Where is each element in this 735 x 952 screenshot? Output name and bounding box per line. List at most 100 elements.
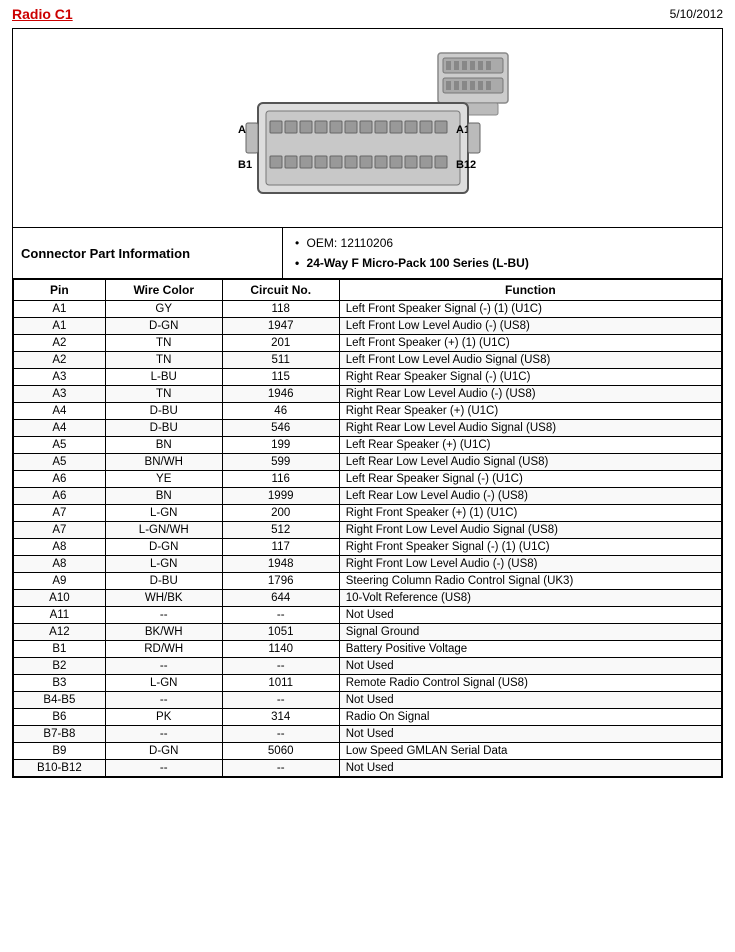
- cell-function: Left Rear Low Level Audio Signal (US8): [339, 454, 721, 471]
- cell-circuit-no: 118: [222, 301, 339, 318]
- cell-pin: A5: [14, 437, 106, 454]
- cell-pin: B9: [14, 743, 106, 760]
- table-row: B10-B12----Not Used: [14, 760, 722, 777]
- cell-wire-color: BN: [105, 437, 222, 454]
- series-label: 24-Way F Micro-Pack 100 Series (L-BU): [307, 256, 529, 270]
- cell-circuit-no: 1051: [222, 624, 339, 641]
- cell-circuit-no: 115: [222, 369, 339, 386]
- cell-function: Right Rear Low Level Audio (-) (US8): [339, 386, 721, 403]
- col-header-pin: Pin: [14, 280, 106, 301]
- cell-wire-color: PK: [105, 709, 222, 726]
- cell-wire-color: TN: [105, 335, 222, 352]
- table-row: A2TN201Left Front Speaker (+) (1) (U1C): [14, 335, 722, 352]
- cell-pin: B6: [14, 709, 106, 726]
- cell-circuit-no: --: [222, 692, 339, 709]
- cell-pin: A3: [14, 386, 106, 403]
- cell-pin: A7: [14, 522, 106, 539]
- cell-function: Battery Positive Voltage: [339, 641, 721, 658]
- cell-function: 10-Volt Reference (US8): [339, 590, 721, 607]
- table-row: B7-B8----Not Used: [14, 726, 722, 743]
- table-row: A3TN1946Right Rear Low Level Audio (-) (…: [14, 386, 722, 403]
- cell-circuit-no: 546: [222, 420, 339, 437]
- cell-function: Left Rear Speaker Signal (-) (U1C): [339, 471, 721, 488]
- cell-function: Left Front Low Level Audio (-) (US8): [339, 318, 721, 335]
- bullet-icon-2: •: [295, 256, 299, 270]
- table-row: A8L-GN1948Right Front Low Level Audio (-…: [14, 556, 722, 573]
- cell-function: Steering Column Radio Control Signal (UK…: [339, 573, 721, 590]
- cell-pin: A10: [14, 590, 106, 607]
- cell-circuit-no: 512: [222, 522, 339, 539]
- table-row: B4-B5----Not Used: [14, 692, 722, 709]
- cell-wire-color: BN/WH: [105, 454, 222, 471]
- cell-pin: B2: [14, 658, 106, 675]
- table-row: A4D-BU46Right Rear Speaker (+) (U1C): [14, 403, 722, 420]
- cell-function: Not Used: [339, 607, 721, 624]
- cell-circuit-no: 599: [222, 454, 339, 471]
- cell-circuit-no: --: [222, 760, 339, 777]
- cell-function: Left Rear Speaker (+) (U1C): [339, 437, 721, 454]
- cell-pin: B10-B12: [14, 760, 106, 777]
- col-header-wire-color: Wire Color: [105, 280, 222, 301]
- cell-function: Right Front Speaker Signal (-) (1) (U1C): [339, 539, 721, 556]
- connector-part-info-details: • OEM: 12110206 • 24-Way F Micro-Pack 10…: [283, 228, 722, 278]
- series-line: • 24-Way F Micro-Pack 100 Series (L-BU): [295, 256, 710, 270]
- cell-function: Right Rear Low Level Audio Signal (US8): [339, 420, 721, 437]
- cell-pin: A1: [14, 301, 106, 318]
- cell-pin: A11: [14, 607, 106, 624]
- cell-wire-color: RD/WH: [105, 641, 222, 658]
- oem-line: • OEM: 12110206: [295, 236, 710, 250]
- cell-pin: A7: [14, 505, 106, 522]
- cell-pin: A1: [14, 318, 106, 335]
- cell-wire-color: D-GN: [105, 743, 222, 760]
- cell-function: Right Front Low Level Audio (-) (US8): [339, 556, 721, 573]
- cell-wire-color: D-BU: [105, 573, 222, 590]
- cell-pin: A8: [14, 556, 106, 573]
- col-header-circuit-no: Circuit No.: [222, 280, 339, 301]
- cell-wire-color: BK/WH: [105, 624, 222, 641]
- table-row: A7L-GN200Right Front Speaker (+) (1) (U1…: [14, 505, 722, 522]
- cell-function: Right Front Low Level Audio Signal (US8): [339, 522, 721, 539]
- cell-circuit-no: 117: [222, 539, 339, 556]
- cell-wire-color: L-GN: [105, 505, 222, 522]
- cell-function: Not Used: [339, 726, 721, 743]
- cell-circuit-no: 200: [222, 505, 339, 522]
- cell-function: Right Front Speaker (+) (1) (U1C): [339, 505, 721, 522]
- cell-function: Not Used: [339, 658, 721, 675]
- table-row: A3L-BU115Right Rear Speaker Signal (-) (…: [14, 369, 722, 386]
- cell-wire-color: TN: [105, 386, 222, 403]
- table-row: A1D-GN1947Left Front Low Level Audio (-)…: [14, 318, 722, 335]
- oem-label: OEM: 12110206: [307, 236, 394, 250]
- cell-wire-color: L-GN/WH: [105, 522, 222, 539]
- cell-pin: A4: [14, 420, 106, 437]
- cell-pin: A6: [14, 471, 106, 488]
- connector-svg: A1 A12 B1: [208, 43, 528, 223]
- cell-pin: A4: [14, 403, 106, 420]
- cell-circuit-no: 116: [222, 471, 339, 488]
- cell-function: Right Rear Speaker (+) (U1C): [339, 403, 721, 420]
- cell-circuit-no: --: [222, 607, 339, 624]
- cell-pin: A12: [14, 624, 106, 641]
- cell-function: Not Used: [339, 760, 721, 777]
- cell-circuit-no: 46: [222, 403, 339, 420]
- cell-wire-color: D-GN: [105, 539, 222, 556]
- cell-function: Left Front Speaker (+) (1) (U1C): [339, 335, 721, 352]
- cell-function: Low Speed GMLAN Serial Data: [339, 743, 721, 760]
- bullet-icon: •: [295, 236, 299, 250]
- table-row: A2TN511Left Front Low Level Audio Signal…: [14, 352, 722, 369]
- cell-wire-color: YE: [105, 471, 222, 488]
- svg-text:B1: B1: [238, 159, 252, 171]
- cell-function: Left Front Low Level Audio Signal (US8): [339, 352, 721, 369]
- cell-circuit-no: 201: [222, 335, 339, 352]
- cell-wire-color: --: [105, 692, 222, 709]
- cell-wire-color: WH/BK: [105, 590, 222, 607]
- cell-circuit-no: --: [222, 726, 339, 743]
- table-row: B1RD/WH1140Battery Positive Voltage: [14, 641, 722, 658]
- cell-function: Remote Radio Control Signal (US8): [339, 675, 721, 692]
- table-row: A4D-BU546Right Rear Low Level Audio Sign…: [14, 420, 722, 437]
- cell-circuit-no: 1947: [222, 318, 339, 335]
- cell-pin: A2: [14, 335, 106, 352]
- table-row: A5BN199Left Rear Speaker (+) (U1C): [14, 437, 722, 454]
- connector-diagram-box: A1 A12 B1: [12, 28, 723, 228]
- cell-function: Not Used: [339, 692, 721, 709]
- cell-wire-color: L-BU: [105, 369, 222, 386]
